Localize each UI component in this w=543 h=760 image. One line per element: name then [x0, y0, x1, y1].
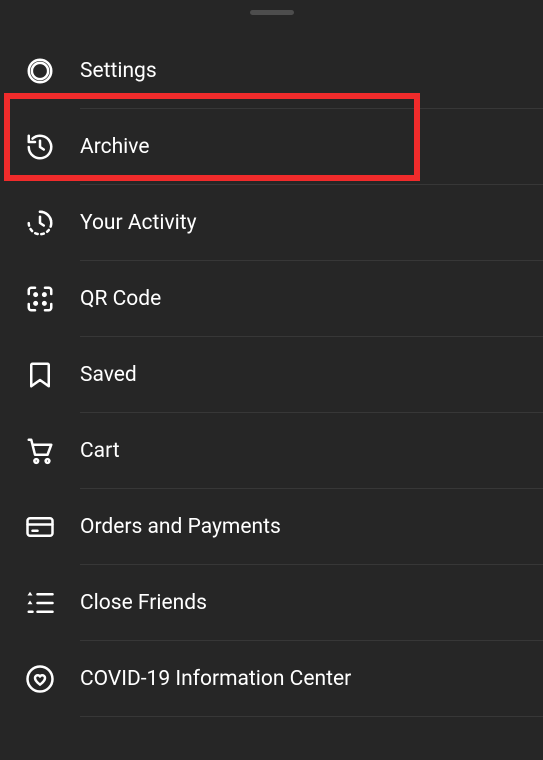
menu-item-cart[interactable]: Cart — [0, 413, 543, 489]
divider — [80, 716, 543, 717]
menu-item-label: Cart — [80, 439, 120, 463]
menu-item-label: Orders and Payments — [80, 515, 281, 539]
cart-icon — [0, 436, 80, 466]
menu-item-archive[interactable]: Archive — [0, 109, 543, 185]
menu-item-covid-info[interactable]: COVID-19 Information Center — [0, 641, 543, 717]
credit-card-icon — [0, 512, 80, 542]
menu-item-label: Archive — [80, 135, 149, 159]
activity-icon — [0, 208, 80, 238]
menu-item-label: Your Activity — [80, 211, 197, 235]
menu-item-label: Close Friends — [80, 591, 207, 615]
menu-item-orders-payments[interactable]: Orders and Payments — [0, 489, 543, 565]
archive-icon — [0, 132, 80, 162]
menu-item-close-friends[interactable]: Close Friends — [0, 565, 543, 641]
drag-handle[interactable] — [250, 10, 294, 15]
menu-item-label: COVID-19 Information Center — [80, 667, 351, 691]
menu-item-label: Saved — [80, 363, 137, 387]
close-friends-icon — [0, 588, 80, 618]
menu-item-your-activity[interactable]: Your Activity — [0, 185, 543, 261]
saved-icon — [0, 360, 80, 390]
menu-item-label: QR Code — [80, 287, 161, 311]
menu-item-label: Settings — [80, 59, 157, 83]
menu-item-saved[interactable]: Saved — [0, 337, 543, 413]
heart-circle-icon — [0, 664, 80, 694]
menu-item-qr-code[interactable]: QR Code — [0, 261, 543, 337]
qr-code-icon — [0, 284, 80, 314]
settings-menu: Settings Archive Your Activity — [0, 33, 543, 717]
menu-item-settings[interactable]: Settings — [0, 33, 543, 109]
settings-icon — [0, 56, 80, 86]
